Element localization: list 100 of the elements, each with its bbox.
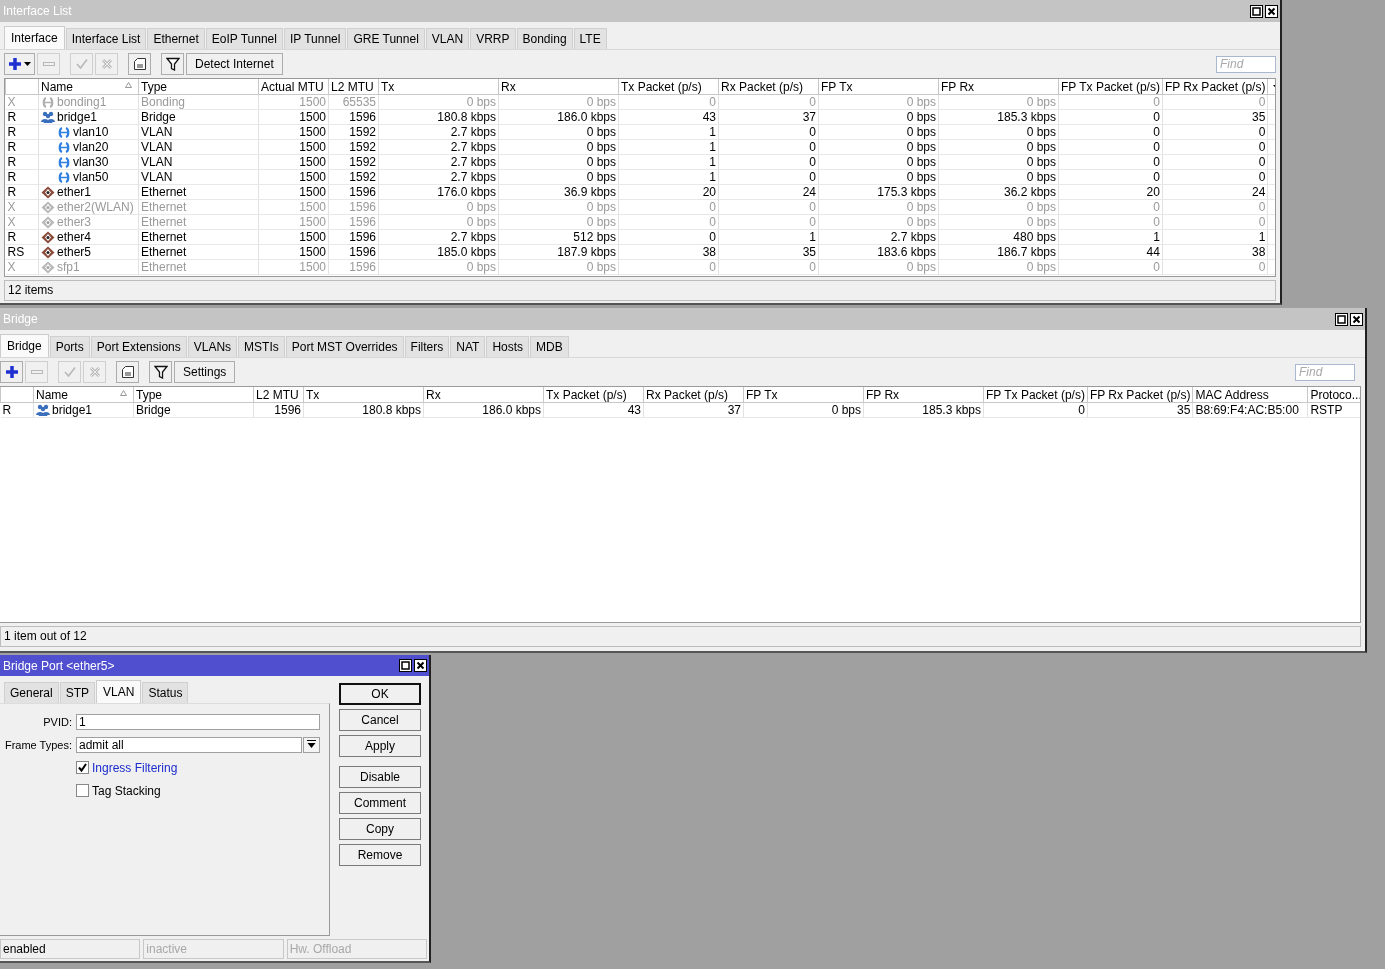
tab[interactable]: MDB — [530, 336, 569, 357]
column-header[interactable]: FP Rx Packet (p/s) — [1164, 79, 1266, 94]
interface-name[interactable]: vlan30 — [73, 155, 109, 169]
sort-icon[interactable] — [120, 390, 127, 396]
find-field[interactable]: Find — [1216, 55, 1276, 73]
table-cell: 1596 — [328, 184, 379, 200]
tab[interactable]: Hosts — [486, 336, 530, 357]
table-cell: 0 bps — [498, 169, 619, 185]
sort-icon[interactable] — [125, 82, 132, 88]
dropdown-field[interactable]: admit all — [76, 736, 302, 753]
dialog-button[interactable]: Apply — [339, 735, 421, 757]
interface-name[interactable]: vlan50 — [73, 170, 109, 184]
interface-name[interactable]: bridge1 — [57, 110, 98, 124]
tab[interactable]: VLAN — [425, 28, 470, 49]
dialog-button[interactable]: OK — [339, 683, 421, 705]
interface-name[interactable]: vlan10 — [73, 125, 109, 139]
interface-name[interactable]: vlan20 — [73, 140, 109, 154]
table-cell: 35 — [718, 244, 819, 260]
tab[interactable]: Port Extensions — [90, 336, 187, 357]
table-cell: 36.9 kbps — [498, 184, 619, 200]
table-cell: 1500 — [258, 259, 329, 275]
table-cell: 0 bps — [938, 139, 1059, 155]
column-header[interactable]: Rx — [426, 387, 441, 402]
find-field[interactable]: Find — [1295, 363, 1355, 381]
table-cell: 0 — [1162, 259, 1268, 275]
table-cell: 187.9 kbps — [498, 244, 619, 260]
tab[interactable]: Status — [142, 682, 189, 703]
table-cell: 0 — [718, 94, 819, 110]
comment-button[interactable] — [128, 53, 151, 75]
link-arrows-icon — [41, 95, 55, 109]
column-header[interactable]: Rx — [501, 79, 516, 94]
checkbox-label[interactable]: Tag Stacking — [92, 783, 161, 798]
plus-icon — [4, 365, 19, 379]
tab[interactable]: GRE Tunnel — [347, 28, 425, 49]
maximize-icon[interactable] — [1335, 312, 1348, 326]
table-cell: 65535 — [328, 94, 379, 110]
filter-button[interactable] — [161, 53, 184, 75]
interface-name[interactable]: ether4 — [57, 230, 92, 244]
comment-button[interactable] — [116, 361, 139, 383]
close-icon[interactable] — [414, 659, 427, 672]
table-cell: 1592 — [328, 169, 379, 185]
maximize-icon[interactable] — [1250, 4, 1263, 18]
tab[interactable]: LTE — [573, 28, 607, 49]
tab[interactable]: Port MST Overrides — [285, 336, 404, 357]
action-button[interactable]: Detect Internet — [186, 53, 283, 75]
tab[interactable]: VLANs — [187, 336, 238, 357]
dialog-button[interactable]: Disable — [339, 766, 421, 788]
tab[interactable]: STP — [59, 682, 96, 703]
column-header[interactable]: FP Rx Packet (p/s) — [1089, 387, 1191, 402]
tab[interactable]: EoIP Tunnel — [205, 28, 283, 49]
close-icon[interactable] — [1265, 4, 1278, 18]
table-cell: 0 bps — [818, 154, 939, 170]
input-field[interactable]: 1 — [76, 713, 320, 730]
tab[interactable]: IP Tunnel — [283, 28, 347, 49]
column-header[interactable]: Tx — [306, 387, 320, 402]
action-button[interactable]: Settings — [174, 361, 236, 383]
table-cell: Bridge — [133, 402, 254, 418]
tab[interactable]: Ethernet — [147, 28, 205, 49]
checkbox-label[interactable]: Ingress Filtering — [92, 760, 178, 775]
tab[interactable]: Ports — [49, 336, 90, 357]
add-button[interactable] — [4, 53, 35, 75]
tab[interactable]: Interface List — [65, 28, 147, 49]
table-cell: B8:69:F4:AC:B5:00 — [1192, 402, 1308, 418]
tab[interactable]: Interface — [4, 26, 65, 49]
tab[interactable]: Bridge — [0, 334, 49, 357]
dialog-button[interactable]: Comment — [339, 792, 421, 814]
table-cell: 0 bps — [938, 199, 1059, 215]
table-cell: 1500 — [258, 109, 329, 125]
table-cell: 0 bps — [818, 124, 939, 140]
interface-name[interactable]: bridge1 — [52, 403, 93, 417]
dialog-button[interactable]: Remove — [339, 844, 421, 866]
checkbox[interactable] — [76, 784, 89, 797]
dialog-button[interactable]: Cancel — [339, 709, 421, 731]
status-field: enabled — [0, 939, 141, 959]
tab[interactable]: MSTIs — [238, 336, 285, 357]
tab[interactable]: Bonding — [516, 28, 573, 49]
table-cell: X — [5, 259, 39, 275]
dropdown-button[interactable] — [303, 736, 320, 753]
filter-button[interactable] — [149, 361, 172, 383]
maximize-icon[interactable] — [399, 659, 412, 672]
interface-name[interactable]: ether1 — [57, 185, 92, 199]
interface-name[interactable]: ether5 — [57, 245, 92, 259]
table-cell: 0 bps — [498, 214, 619, 230]
table-cell: 186.7 kbps — [938, 244, 1059, 260]
table-cell: R — [5, 109, 39, 125]
table-cell: 180.8 kbps — [303, 402, 424, 418]
close-icon[interactable] — [1350, 312, 1363, 326]
tab[interactable]: VRRP — [470, 28, 516, 49]
dialog-button[interactable]: Copy — [339, 818, 421, 840]
tab[interactable]: VLAN — [96, 680, 142, 703]
tab[interactable]: NAT — [450, 336, 486, 357]
tab[interactable]: General — [4, 682, 59, 703]
add-button[interactable] — [0, 361, 23, 383]
table-cell: RSTP — [1307, 402, 1360, 418]
table-cell: 0 — [1058, 94, 1163, 110]
table-cell: 1596 — [328, 199, 379, 215]
column-header[interactable]: Tx — [381, 79, 395, 94]
window-title: Interface List — [3, 4, 73, 18]
checkbox[interactable] — [76, 761, 89, 774]
tab[interactable]: Filters — [404, 336, 450, 357]
